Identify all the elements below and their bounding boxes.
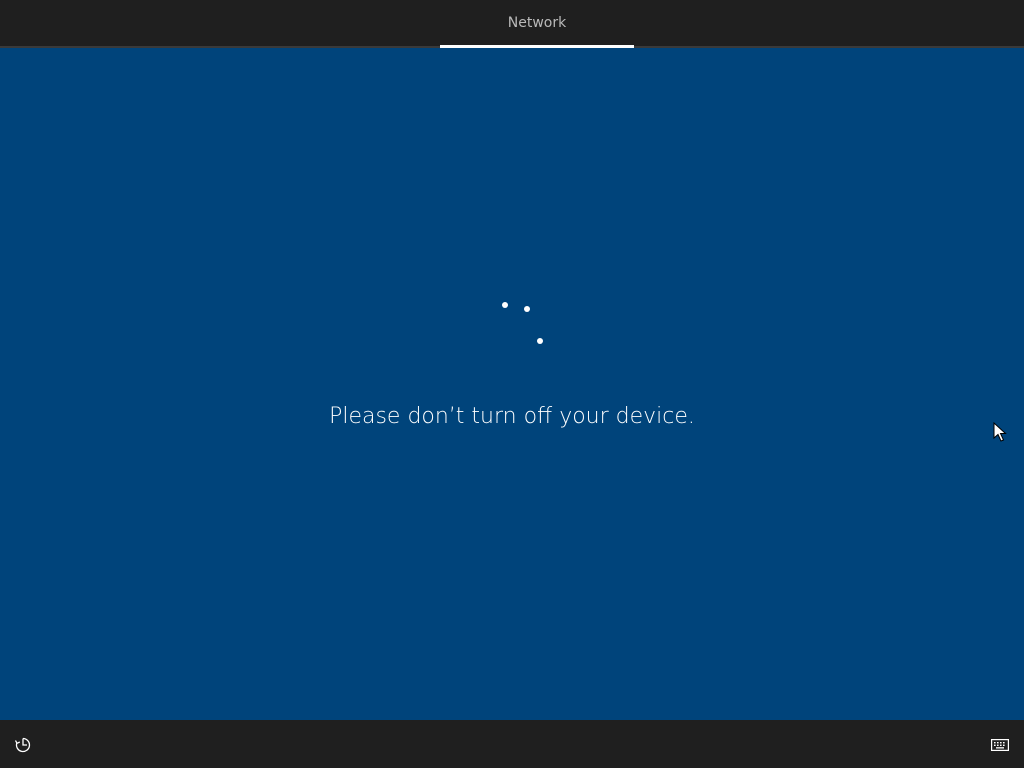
spinner-dot [537,338,543,344]
tab-network: Network [440,0,634,46]
oobe-screen: Network Please don’t turn off your devic… [0,0,1024,768]
spinner-dot [502,302,508,308]
status-message: Please don’t turn off your device. [329,404,695,429]
bottom-bar [0,720,1024,768]
ease-of-access-button[interactable] [12,734,34,756]
tab-network-label: Network [507,15,567,31]
loading-spinner-icon [0,0,1024,768]
top-bar: Network [0,0,1024,48]
keyboard-icon [991,739,1009,751]
ease-of-access-icon [14,737,31,753]
mouse-cursor-icon [993,422,1007,442]
tab-active-indicator [440,45,634,48]
spinner-dot [524,306,530,312]
on-screen-keyboard-button[interactable] [988,734,1012,756]
